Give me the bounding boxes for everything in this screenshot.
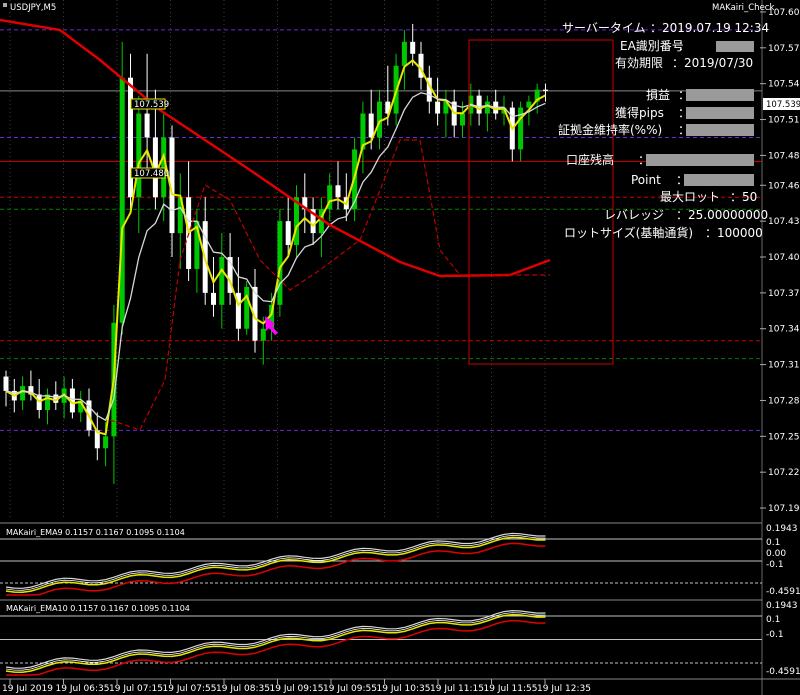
candle-body xyxy=(103,436,109,449)
current-price-label: 107.539 xyxy=(766,100,800,110)
candle-body xyxy=(211,292,216,305)
price-tick-label: 107.280 xyxy=(768,396,800,406)
lot-size-label: ロットサイズ(基軸通貨) xyxy=(564,225,693,240)
candle-body xyxy=(410,41,416,54)
point-redacted xyxy=(684,174,754,186)
candle-body xyxy=(368,113,374,138)
price-tick-label: 107.220 xyxy=(768,468,800,478)
subpanel2-axis-label: 0.1 xyxy=(766,615,780,625)
candle-body xyxy=(377,101,382,138)
time-tick-label: 19 Jul 09:55 xyxy=(323,684,377,694)
ea-id-redacted xyxy=(716,41,754,52)
candle-body xyxy=(543,89,548,91)
time-tick-label: 19 Jul 09:15 xyxy=(270,684,324,694)
candle-body xyxy=(484,101,490,114)
price-tick-label: 107.485 xyxy=(768,151,800,161)
price-tick-label: 107.545 xyxy=(768,80,800,90)
subpanel1-axis-label: 0.1943 xyxy=(766,524,798,534)
candle-body xyxy=(20,386,26,401)
subpanel1-axis-label: -0.1 xyxy=(766,560,784,570)
price-tick-label: 107.430 xyxy=(768,217,800,227)
time-tick-label: 19 Jul 06:35 xyxy=(56,684,110,694)
time-tick-label: 19 Jul 07:15 xyxy=(109,684,163,694)
subpanel1-axis-label: -0.4591 xyxy=(766,587,800,597)
price-tick-label: 107.575 xyxy=(768,44,800,54)
pnl-label: 損益 xyxy=(646,87,670,102)
price-tick-label: 107.370 xyxy=(768,289,800,299)
margin-label: 証拠金維持率(%%) xyxy=(558,122,662,137)
time-tick-label: 19 Jul 2019 xyxy=(2,684,53,694)
pnl-redacted xyxy=(686,89,754,101)
price-tick-label: 107.400 xyxy=(768,253,800,263)
candle-body xyxy=(335,185,341,198)
lot-size-value: ：100000 xyxy=(705,226,763,240)
price-tick-label: 107.310 xyxy=(768,361,800,371)
candle-body xyxy=(45,394,50,411)
expiry-value: ：2019/07/30 xyxy=(672,56,753,70)
leverage-value: ：25.00000000 xyxy=(676,208,768,222)
subpanel2-axis-label: -0.1 xyxy=(766,630,784,640)
price-tick-label: 107.250 xyxy=(768,432,800,442)
time-tick-label: 19 Jul 10:35 xyxy=(377,684,431,694)
candle-body xyxy=(144,113,150,138)
server-time-label: サーバータイム xyxy=(562,21,646,35)
max-lot-value: ：50 xyxy=(730,190,757,204)
time-tick-label: 19 Jul 11:15 xyxy=(430,684,484,694)
line-label-1: 107.539 xyxy=(134,100,169,110)
candle-body xyxy=(260,328,266,341)
candle-body xyxy=(136,113,142,198)
balance-label: 口座残高 xyxy=(566,152,614,167)
candle-body xyxy=(119,77,125,323)
candle-body xyxy=(277,221,283,305)
ea-id-value: ： xyxy=(678,39,690,53)
symbol-title: USDJPY,M5 xyxy=(10,3,56,13)
symbol-marker-icon xyxy=(3,3,7,7)
pips-redacted xyxy=(686,107,754,119)
time-tick-label: 19 Jul 08:35 xyxy=(216,684,270,694)
candle-body xyxy=(3,376,9,391)
price-tick-label: 107.515 xyxy=(768,116,800,126)
candle-body xyxy=(128,77,133,198)
candle-body xyxy=(285,221,291,246)
price-tick-label: 107.460 xyxy=(768,181,800,191)
time-tick-label: 19 Jul 12:35 xyxy=(537,684,591,694)
candle-body xyxy=(244,286,250,329)
time-tick-label: 19 Jul 11:55 xyxy=(484,684,538,694)
server-time-value: ：2019.07.19 12:34 xyxy=(650,21,769,35)
indicator-title: MAKairi_Check xyxy=(712,3,774,13)
subpanel2-label: MAKairi_EMA10 0.1157 0.1167 0.1095 0.110… xyxy=(6,604,190,613)
balance-redacted xyxy=(646,154,754,166)
line-label-2: 107.480 xyxy=(134,169,169,179)
candle-body xyxy=(476,95,482,114)
point-label: Point xyxy=(631,173,661,187)
max-lot-label: 最大ロット xyxy=(660,190,720,204)
subpanel1-label: MAKairi_EMA9 0.1157 0.1167 0.1095 0.1104 xyxy=(6,528,185,537)
candle-body xyxy=(435,101,441,114)
price-tick-label: 107.190 xyxy=(768,504,800,514)
subpanel1-axis-label: 0.00 xyxy=(766,549,786,559)
candle-body xyxy=(401,41,407,66)
price-tick-label: 107.340 xyxy=(768,325,800,335)
expiry-label: 有効期限 xyxy=(615,55,663,70)
subpanel2-axis-label: -0.4591 xyxy=(766,667,800,677)
leverage-label: レバレッジ xyxy=(604,208,664,222)
time-tick-label: 19 Jul 07:55 xyxy=(163,684,217,694)
pips-label: 獲得pips xyxy=(615,105,664,120)
margin-redacted xyxy=(686,124,754,136)
ea-id-label: EA識別番号 xyxy=(620,39,684,53)
candle-body xyxy=(460,113,465,126)
candle-body xyxy=(219,257,225,305)
subpanel2-axis-label: 0.1943 xyxy=(766,601,798,611)
chart-canvas[interactable]: 107.605107.575107.545107.515107.485107.4… xyxy=(0,0,800,695)
subpanel1-axis-label: 0.1 xyxy=(766,538,780,548)
